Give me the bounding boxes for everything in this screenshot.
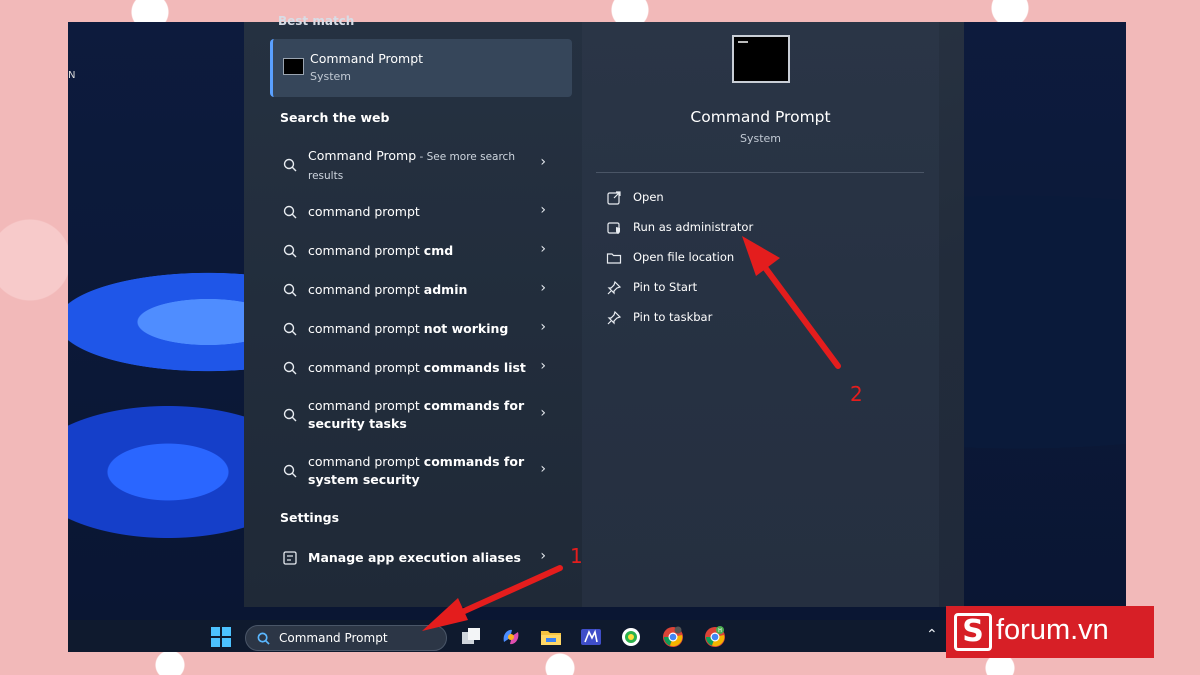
sforum-logo-box: S: [954, 613, 992, 651]
web-result-6[interactable]: command prompt commands for security tas…: [274, 396, 564, 446]
action-open[interactable]: Open: [606, 188, 806, 208]
best-match-heading: Best match: [278, 14, 355, 28]
chevron-right-icon: ›: [540, 405, 546, 421]
chrome-icon[interactable]: [662, 626, 684, 648]
search-icon: [283, 283, 297, 297]
app-preview-pane: Command Prompt System Open Run as admini…: [582, 22, 939, 607]
sforum-logo-letter: S: [962, 614, 984, 649]
settings-list-icon: [283, 551, 297, 565]
shield-icon: [607, 222, 620, 234]
chevron-right-icon: ›: [540, 280, 546, 296]
svg-text:H: H: [718, 628, 722, 634]
search-icon: [283, 244, 297, 258]
chevron-right-icon: ›: [540, 358, 546, 374]
pin-icon: [607, 280, 622, 295]
action-open-file-location[interactable]: Open file location: [606, 248, 806, 268]
search-icon: [283, 464, 297, 478]
web-result-7[interactable]: command prompt commands for system secur…: [274, 452, 564, 502]
command-prompt-icon: [283, 58, 304, 75]
search-icon: [283, 322, 297, 336]
folder-icon: [606, 253, 622, 264]
search-icon: [283, 408, 297, 422]
settings-heading: Settings: [280, 510, 340, 525]
chevron-right-icon: ›: [540, 461, 546, 477]
chevron-right-icon: ›: [540, 319, 546, 335]
open-external-icon: [607, 191, 621, 205]
windows-start-icon[interactable]: [210, 626, 232, 648]
browser-icon[interactable]: [620, 626, 642, 648]
store-icon[interactable]: [580, 626, 602, 648]
web-result-text: command prompt: [308, 321, 424, 336]
best-match-command-prompt[interactable]: Command Prompt System: [270, 39, 572, 97]
best-match-title: Command Prompt: [310, 51, 424, 66]
web-result-text: Command Promp: [308, 148, 417, 163]
web-result-5[interactable]: command prompt commands list ›: [274, 354, 564, 392]
action-label: Pin to taskbar: [633, 310, 713, 324]
chevron-up-icon[interactable]: ⌃: [926, 627, 938, 643]
search-results-pane: Best match Command Prompt System Search …: [244, 14, 582, 607]
search-icon: [283, 205, 297, 219]
web-result-bold: admin: [423, 282, 468, 297]
web-result-bold: commands list: [423, 360, 526, 375]
action-label: Run as administrator: [633, 220, 754, 234]
start-search-panel: Best match Command Prompt System Search …: [244, 14, 964, 607]
best-match-subtitle: System: [310, 70, 352, 83]
search-icon: [257, 632, 270, 645]
web-result-text: command prompt: [308, 398, 424, 413]
pin-icon: [607, 310, 622, 325]
annotation-step-1: 1: [570, 544, 583, 568]
web-result-text: command prompt: [308, 454, 424, 469]
search-icon: [283, 158, 297, 172]
preview-divider: [596, 172, 924, 173]
web-result-text: command prompt: [308, 282, 424, 297]
chevron-right-icon: ›: [540, 241, 546, 257]
annotation-step-2: 2: [850, 382, 863, 406]
web-result-0[interactable]: Command Promp - See more search results …: [274, 146, 564, 184]
web-result-text: command prompt: [308, 204, 420, 219]
web-result-text: command prompt: [308, 243, 424, 258]
action-label: Open: [633, 190, 664, 204]
search-icon: [283, 361, 297, 375]
task-view-icon[interactable]: [460, 626, 482, 648]
taskbar-search-text: Command Prompt: [279, 631, 388, 645]
sforum-logo-text: forum.vn: [996, 614, 1109, 646]
chevron-right-icon: ›: [540, 202, 546, 218]
sforum-watermark: S forum.vn: [946, 606, 1154, 658]
taskbar-search-box[interactable]: Command Prompt: [245, 625, 447, 651]
chevron-right-icon: ›: [540, 548, 546, 564]
chevron-right-icon: ›: [540, 154, 546, 170]
file-explorer-icon[interactable]: [540, 626, 562, 648]
desktop-edge-text: N: [68, 70, 76, 81]
action-run-as-administrator[interactable]: Run as administrator: [606, 218, 806, 238]
preview-title: Command Prompt: [690, 108, 831, 126]
web-result-bold: cmd: [423, 243, 454, 258]
web-result-1[interactable]: command prompt ›: [274, 198, 564, 236]
action-label: Open file location: [633, 250, 735, 264]
copilot-icon[interactable]: [500, 626, 522, 648]
web-result-bold: not working: [423, 321, 509, 336]
web-result-text: command prompt: [308, 360, 424, 375]
web-result-2[interactable]: command prompt cmd ›: [274, 237, 564, 275]
action-label: Pin to Start: [633, 280, 698, 294]
settings-app-execution-aliases[interactable]: Manage app execution aliases ›: [274, 544, 564, 582]
action-pin-to-start[interactable]: Pin to Start: [606, 278, 806, 298]
settings-item-label: Manage app execution aliases: [308, 550, 521, 565]
chrome-profile-icon[interactable]: H: [704, 626, 726, 648]
web-result-3[interactable]: command prompt admin ›: [274, 276, 564, 314]
preview-subtitle: System: [739, 132, 782, 145]
search-web-heading: Search the web: [280, 110, 390, 125]
web-result-4[interactable]: command prompt not working ›: [274, 315, 564, 353]
command-prompt-large-icon: [732, 35, 790, 83]
action-pin-to-taskbar[interactable]: Pin to taskbar: [606, 308, 806, 328]
